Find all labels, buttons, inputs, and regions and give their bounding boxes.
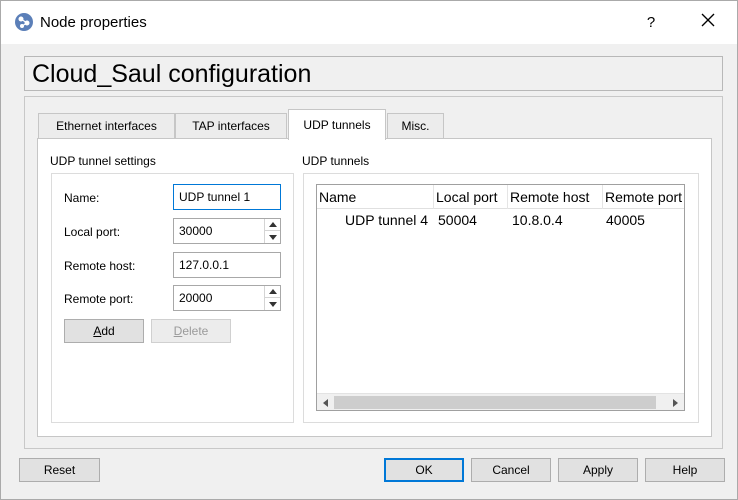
app-icon	[14, 12, 34, 32]
remote-host-input[interactable]	[173, 252, 281, 278]
tunnels-list-title: UDP tunnels	[302, 154, 370, 168]
cell-name: UDP tunnel 4	[345, 212, 429, 228]
remote-port-value: 20000	[179, 291, 213, 305]
horizontal-scrollbar[interactable]	[317, 393, 684, 410]
tab-ethernet-interfaces[interactable]: Ethernet interfaces	[38, 113, 175, 139]
column-header-name[interactable]: Name	[317, 185, 434, 209]
scrollbar-thumb[interactable]	[334, 396, 656, 409]
cancel-button[interactable]: Cancel	[471, 458, 551, 482]
column-header-local-port[interactable]: Local port	[434, 185, 508, 209]
name-label: Name:	[64, 191, 100, 205]
local-port-spinbox[interactable]: 30000	[173, 218, 281, 244]
name-input[interactable]	[173, 184, 281, 210]
table-header: Name Local port Remote host Remote port	[317, 185, 684, 209]
delete-button[interactable]: Delete	[151, 319, 231, 343]
column-header-remote-host[interactable]: Remote host	[508, 185, 603, 209]
title-bar: Node properties ?	[1, 1, 737, 44]
spin-down-icon[interactable]	[265, 231, 280, 243]
tab-tap-interfaces[interactable]: TAP interfaces	[175, 113, 287, 139]
spin-up-icon[interactable]	[265, 286, 280, 298]
tunnels-table[interactable]: Name Local port Remote host Remote port …	[316, 184, 685, 411]
scroll-left-icon[interactable]	[317, 394, 334, 410]
tab-udp-tunnels[interactable]: UDP tunnels	[288, 109, 386, 140]
cell-remote-host: 10.8.0.4	[512, 212, 563, 228]
local-port-label: Local port:	[64, 225, 121, 239]
configuration-header: Cloud_Saul configuration	[24, 56, 723, 91]
remote-port-spinbox[interactable]: 20000	[173, 285, 281, 311]
tunnel-settings-title: UDP tunnel settings	[50, 154, 156, 168]
close-icon[interactable]	[693, 11, 723, 35]
spin-down-icon[interactable]	[265, 298, 280, 310]
remote-port-label: Remote port:	[64, 292, 134, 306]
help-title-button[interactable]: ?	[639, 11, 663, 35]
scroll-right-icon[interactable]	[667, 394, 684, 410]
remote-host-label: Remote host:	[64, 259, 136, 273]
table-row[interactable]: UDP tunnel 4 50004 10.8.0.4 40005	[317, 209, 684, 231]
page-title: Cloud_Saul configuration	[32, 60, 312, 88]
node-properties-dialog: Node properties ? Cloud_Saul configurati…	[0, 0, 738, 500]
ok-button[interactable]: OK	[384, 458, 464, 482]
add-button[interactable]: Add	[64, 319, 144, 343]
help-button[interactable]: Help	[645, 458, 725, 482]
tab-misc[interactable]: Misc.	[387, 113, 444, 139]
spin-up-icon[interactable]	[265, 219, 280, 231]
apply-button[interactable]: Apply	[558, 458, 638, 482]
reset-button[interactable]: Reset	[19, 458, 100, 482]
cell-local-port: 50004	[438, 212, 477, 228]
local-port-value: 30000	[179, 224, 213, 238]
column-header-remote-port[interactable]: Remote port	[603, 185, 684, 209]
cell-remote-port: 40005	[606, 212, 645, 228]
window-title: Node properties	[40, 14, 147, 31]
